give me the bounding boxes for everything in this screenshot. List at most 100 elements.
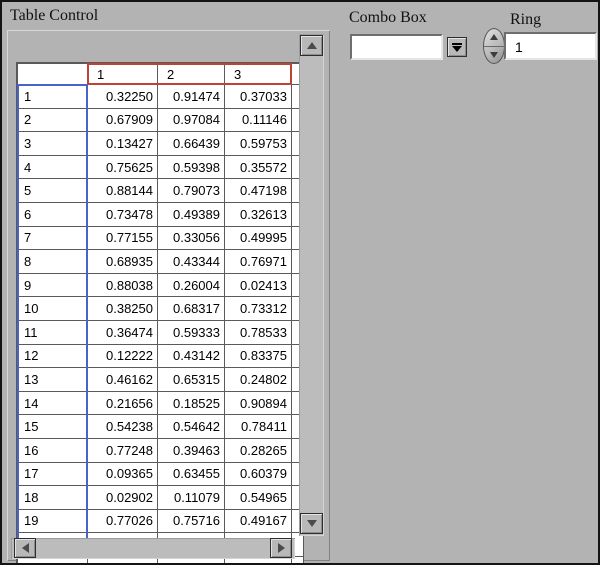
data-cell[interactable]: 0.49389 — [157, 201, 225, 227]
scroll-up-button[interactable] — [300, 35, 323, 56]
data-cell[interactable]: 0.66439 — [157, 131, 225, 156]
data-cell[interactable]: 0.88038 — [87, 272, 158, 298]
data-cell[interactable]: 0.77155 — [87, 225, 158, 251]
vertical-scrollbar[interactable] — [299, 34, 324, 536]
data-cell[interactable]: 0.21656 — [87, 390, 158, 416]
data-cell[interactable]: 0.60379 — [224, 461, 292, 487]
data-cell[interactable]: 0.88144 — [87, 178, 158, 203]
row-header-cell[interactable]: 16 — [17, 437, 88, 463]
data-cell[interactable]: 0.90894 — [224, 390, 292, 416]
row-header-cell[interactable]: 14 — [17, 390, 88, 416]
row-header-cell[interactable]: 2 — [17, 107, 88, 133]
row-header-cell[interactable]: 19 — [17, 508, 88, 534]
data-cell[interactable]: 0.59398 — [157, 154, 225, 180]
data-cell[interactable]: 0.79073 — [157, 178, 225, 203]
scroll-down-button[interactable] — [300, 513, 323, 534]
column-header-cell[interactable]: 3 — [224, 63, 292, 85]
data-cell[interactable]: 0.68317 — [157, 296, 225, 321]
data-cell[interactable]: 0.54965 — [224, 485, 292, 510]
combo-box-input[interactable] — [350, 34, 443, 60]
data-cell[interactable]: 0.24802 — [224, 367, 292, 392]
data-cell[interactable]: 0.35572 — [224, 154, 292, 180]
data-cell[interactable]: 0.13427 — [87, 131, 158, 156]
ring-decrement-button[interactable] — [484, 47, 504, 64]
data-cell[interactable]: 0.18525 — [157, 390, 225, 416]
data-cell[interactable]: 0.12222 — [87, 343, 158, 369]
data-cell[interactable]: 0.32613 — [224, 201, 292, 227]
data-cell[interactable]: 0.91474 — [157, 84, 225, 109]
data-cell[interactable]: 0.59753 — [224, 131, 292, 156]
table-grid[interactable]: 1 2 3 1 0.32250 0.91474 0.37033 2 0.6790… — [16, 62, 304, 563]
ring-value-input[interactable] — [504, 32, 597, 60]
data-cell[interactable]: 0.32250 — [87, 84, 158, 109]
data-cell[interactable]: 0.75716 — [157, 508, 225, 534]
data-cell[interactable]: 0.97084 — [157, 107, 225, 133]
data-cell[interactable]: 0.36474 — [87, 319, 158, 345]
scroll-right-button[interactable] — [270, 538, 292, 558]
table-row: 15 0.54238 0.54642 0.78411 — [17, 414, 303, 439]
data-cell[interactable]: 0.02413 — [224, 272, 292, 298]
data-cell[interactable]: 0.59333 — [157, 319, 225, 345]
data-cell[interactable]: 0.09365 — [87, 461, 158, 487]
row-header-cell[interactable]: 18 — [17, 485, 88, 510]
row-header-cell[interactable]: 11 — [17, 319, 88, 345]
data-cell[interactable]: 0.77248 — [87, 437, 158, 463]
data-cell[interactable]: 0.02902 — [87, 485, 158, 510]
row-header-cell[interactable]: 17 — [17, 461, 88, 487]
data-cell[interactable]: 0.67909 — [87, 107, 158, 133]
data-cell[interactable]: 0.43142 — [157, 343, 225, 369]
data-cell[interactable]: 0.76971 — [224, 249, 292, 274]
table-row: 16 0.77248 0.39463 0.28265 — [17, 437, 303, 463]
data-cell[interactable]: 0.33056 — [157, 225, 225, 251]
row-header-cell[interactable]: 15 — [17, 414, 88, 439]
data-cell[interactable]: 0.75625 — [87, 154, 158, 180]
data-cell[interactable]: 0.78533 — [224, 319, 292, 345]
data-cell[interactable]: 0.49995 — [224, 225, 292, 251]
right-arrow-icon — [277, 543, 285, 553]
data-cell[interactable]: 0.37033 — [224, 84, 292, 109]
table-row: 18 0.02902 0.11079 0.54965 — [17, 485, 303, 510]
row-header-cell[interactable]: 8 — [17, 249, 88, 274]
row-header-cell[interactable]: 9 — [17, 272, 88, 298]
data-cell[interactable]: 0.28265 — [224, 437, 292, 463]
row-header-cell[interactable]: 4 — [17, 154, 88, 180]
data-cell[interactable]: 0.46162 — [87, 367, 158, 392]
row-header-cell[interactable]: 13 — [17, 367, 88, 392]
row-header-cell[interactable]: 6 — [17, 201, 88, 227]
ring-increment-button[interactable] — [484, 29, 504, 47]
data-cell[interactable]: 0.65315 — [157, 367, 225, 392]
data-cell[interactable]: 0.63455 — [157, 461, 225, 487]
row-header-cell[interactable]: 3 — [17, 131, 88, 156]
data-cell[interactable]: 0.73312 — [224, 296, 292, 321]
horizontal-scrollbar[interactable] — [11, 538, 295, 559]
data-cell[interactable]: 0.39463 — [157, 437, 225, 463]
data-cell[interactable]: 0.49167 — [224, 508, 292, 534]
table-row: 14 0.21656 0.18525 0.90894 — [17, 390, 303, 416]
scroll-left-button[interactable] — [14, 538, 36, 558]
column-header-cell[interactable]: 2 — [157, 63, 225, 85]
data-cell[interactable]: 0.54642 — [157, 414, 225, 439]
table-row: 7 0.77155 0.33056 0.49995 — [17, 225, 303, 251]
data-cell[interactable]: 0.78411 — [224, 414, 292, 439]
row-header-cell[interactable]: 10 — [17, 296, 88, 321]
combo-dropdown-button[interactable] — [447, 37, 467, 57]
row-header-cell[interactable]: 7 — [17, 225, 88, 251]
corner-header-cell[interactable] — [17, 63, 88, 85]
data-cell[interactable]: 0.38250 — [87, 296, 158, 321]
row-header-cell[interactable]: 12 — [17, 343, 88, 369]
data-cell[interactable]: 0.83375 — [224, 343, 292, 369]
data-cell[interactable]: 0.11146 — [224, 107, 292, 133]
data-cell[interactable]: 0.11079 — [157, 485, 225, 510]
data-cell[interactable]: 0.73478 — [87, 201, 158, 227]
front-panel: Table Control Combo Box Ring 1 2 3 1 0.3… — [0, 0, 600, 565]
data-cell[interactable]: 0.68935 — [87, 249, 158, 274]
row-header-cell[interactable]: 1 — [17, 84, 88, 109]
row-header-cell[interactable]: 5 — [17, 178, 88, 203]
table-control-label: Table Control — [10, 7, 99, 24]
data-cell[interactable]: 0.26004 — [157, 272, 225, 298]
data-cell[interactable]: 0.54238 — [87, 414, 158, 439]
data-cell[interactable]: 0.43344 — [157, 249, 225, 274]
column-header-cell[interactable]: 1 — [87, 63, 158, 85]
data-cell[interactable]: 0.47198 — [224, 178, 292, 203]
data-cell[interactable]: 0.77026 — [87, 508, 158, 534]
